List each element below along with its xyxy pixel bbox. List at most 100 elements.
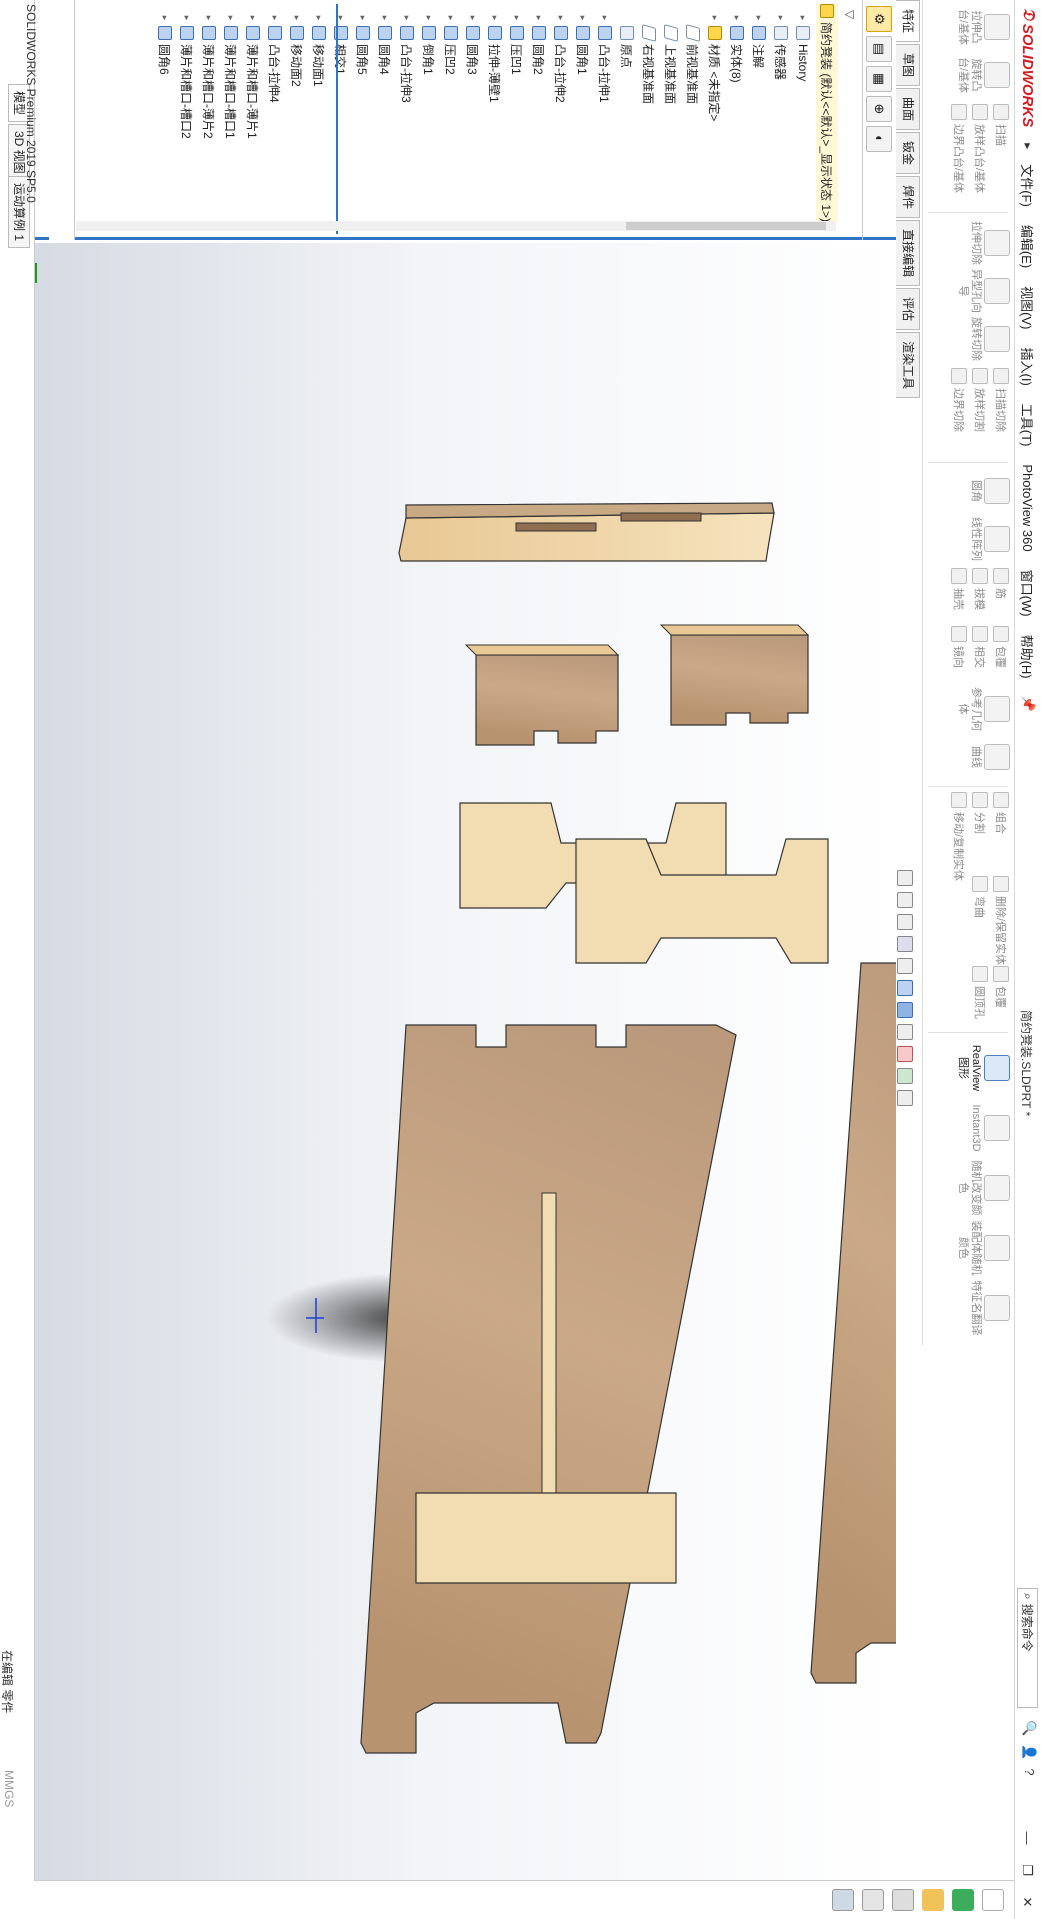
search-commands-input[interactable]: ⌕ 搜索命令 <box>1017 1588 1038 1708</box>
tree-node[interactable]: ▸ 实体(8) <box>728 14 746 83</box>
tree-node[interactable]: ▸ 压凹1 <box>508 14 526 75</box>
assembly-random-color-button[interactable]: 装配体随机颜色 <box>956 1220 1010 1276</box>
help-icon[interactable]: ? <box>1021 1768 1037 1775</box>
display-style-icon[interactable] <box>897 1002 913 1018</box>
revolve-cut-button[interactable]: 旋转切除 <box>969 316 1010 362</box>
expand-arrow-icon[interactable]: ▸ <box>402 14 413 22</box>
tree-node[interactable]: ▸ 薄片和槽口-槽口2 <box>178 14 196 139</box>
expand-arrow-icon[interactable]: ▸ <box>556 14 567 22</box>
rollback-bar[interactable] <box>336 4 338 234</box>
sweep-cut-button[interactable]: 扫描切除 <box>992 368 1010 432</box>
tab-features[interactable]: 特征 <box>896 0 920 43</box>
tree-node[interactable]: ▸ 圆角4 <box>376 14 394 75</box>
reference-geometry-button[interactable]: 参考几何体 <box>956 686 1010 732</box>
edit-appearance-icon[interactable] <box>897 1046 913 1062</box>
mirror-button[interactable]: 镜向 <box>950 626 968 668</box>
sweep-button[interactable]: 扫描 <box>992 104 1010 193</box>
expand-arrow-icon[interactable]: ▸ <box>182 14 193 22</box>
expand-arrow-icon[interactable]: ▸ <box>270 14 281 22</box>
expand-arrow-icon[interactable]: ▸ <box>292 14 303 22</box>
units-status[interactable]: MMGS <box>2 1770 16 1807</box>
graphics-area[interactable] <box>35 243 896 1880</box>
dimxpert-tab-icon[interactable]: ⊕ <box>866 96 893 122</box>
menu-photoview[interactable]: PhotoView 360 <box>1021 455 1036 560</box>
dynamic-annotation-icon[interactable] <box>897 958 913 974</box>
tree-node[interactable]: ▸ 圆角2 <box>530 14 548 75</box>
solidworks-resources-icon[interactable] <box>982 1889 1004 1911</box>
rib-button[interactable]: 筋 <box>992 568 1010 610</box>
upper-rail-left[interactable] <box>464 644 620 746</box>
expand-arrow-icon[interactable]: ▸ <box>226 14 237 22</box>
draft-button[interactable]: 拔模 <box>971 568 989 610</box>
revolve-boss-button[interactable]: 旋转凸台/基体 <box>956 52 1010 98</box>
fillet-button[interactable]: 圆角 <box>969 468 1010 514</box>
boundary-cut-button[interactable]: 边界切除 <box>950 368 968 432</box>
tree-node[interactable]: ▸ 倒角1 <box>420 14 438 75</box>
extrude-boss-button[interactable]: 拉伸凸台/基体 <box>956 4 1010 50</box>
scrollbar-thumb[interactable] <box>626 222 826 230</box>
expand-arrow-icon[interactable]: ▸ <box>512 14 523 22</box>
boundary-boss-button[interactable]: 边界凸台/基体 <box>950 104 968 193</box>
linear-pattern-button[interactable]: 线性阵列 <box>969 516 1010 562</box>
expand-arrow-icon[interactable]: ▸ <box>424 14 435 22</box>
curves-button[interactable]: 曲线 <box>969 734 1010 780</box>
tree-node[interactable]: ▸ 凸台-拉伸1 <box>596 14 614 103</box>
combine-button[interactable]: 组合 <box>992 792 1010 881</box>
tab-evaluate[interactable]: 评估 <box>896 288 920 331</box>
side-panel-left[interactable] <box>360 1024 737 1754</box>
expand-arrow-icon[interactable]: ▸ <box>798 14 809 22</box>
split-button[interactable]: 分割 <box>971 792 989 881</box>
panel-resize-handle[interactable] <box>49 0 75 240</box>
apply-scene-icon[interactable] <box>897 1068 913 1084</box>
menu-view[interactable]: 视图(V) <box>1019 277 1038 338</box>
custom-properties-icon[interactable] <box>832 1889 854 1911</box>
property-manager-tab-icon[interactable]: ▤ <box>866 36 893 62</box>
display-manager-tab-icon[interactable]: ◐ <box>866 126 893 152</box>
menu-edit[interactable]: 编辑(E) <box>1019 216 1038 277</box>
user-icon[interactable]: 👤 <box>1021 1744 1037 1760</box>
design-library-icon[interactable] <box>952 1889 974 1911</box>
side-panel-right[interactable] <box>810 962 896 1684</box>
tree-node[interactable]: ▸ 移动面1 <box>310 14 328 87</box>
tab-weldments[interactable]: 焊件 <box>896 176 920 219</box>
zoom-area-icon[interactable] <box>897 892 913 908</box>
view-orientation-icon[interactable] <box>897 980 913 996</box>
intersect-button[interactable]: 相交 <box>971 626 989 668</box>
delete-keep-body-button[interactable]: 删除/保留实体 <box>992 876 1010 965</box>
menu-help[interactable]: 帮助(H) <box>1019 626 1038 688</box>
expand-arrow-icon[interactable]: ▸ <box>732 14 743 22</box>
wrap-button[interactable]: 包覆 <box>992 626 1010 668</box>
tree-node[interactable]: ▸ 凸台-拉伸2 <box>552 14 570 103</box>
restore-icon[interactable]: ❐ <box>1020 1855 1036 1885</box>
loft-button[interactable]: 放样凸台/基体 <box>971 104 989 193</box>
expand-arrow-icon[interactable]: ▸ <box>160 14 171 22</box>
instant3d-button[interactable]: Instant3D <box>969 1100 1010 1156</box>
menu-insert[interactable]: 插入(I) <box>1019 339 1038 395</box>
move-copy-body-button[interactable]: 移动/复制实体 <box>950 792 968 881</box>
tree-node[interactable]: ▸ 圆角5 <box>354 14 372 75</box>
tree-node[interactable]: ▸ 传感器 <box>772 14 790 80</box>
upper-rail-right[interactable] <box>659 624 810 726</box>
expand-arrow-icon[interactable]: ▸ <box>754 14 765 22</box>
expand-arrow-icon[interactable]: ▸ <box>248 14 259 22</box>
tree-node[interactable]: ▸ 圆角1 <box>574 14 592 75</box>
tree-node[interactable]: 原点 <box>618 14 636 68</box>
realview-button[interactable]: RealView 图形 <box>956 1040 1010 1096</box>
flex-button[interactable]: 弯曲 <box>971 876 989 965</box>
tree-node[interactable]: ▸ 材质 <未指定> <box>706 14 724 121</box>
expand-arrow-icon[interactable]: ▸ <box>446 14 457 22</box>
tree-node[interactable]: ▸ 相交1 <box>332 14 350 75</box>
feature-manager-tab-icon[interactable]: ⚙ <box>866 6 893 32</box>
hole-wizard-button[interactable]: 异型孔向导 <box>956 268 1010 314</box>
bottom-rail[interactable] <box>415 1492 677 1584</box>
tree-node[interactable]: ▸ 薄片和槽口-薄片1 <box>244 14 262 139</box>
feature-translate-button[interactable]: 特征名翻译 <box>969 1280 1010 1336</box>
seat-top[interactable] <box>398 502 775 562</box>
view-palette-icon[interactable] <box>892 1889 914 1911</box>
expand-arrow-icon[interactable]: ▸ <box>534 14 545 22</box>
tree-node[interactable]: ▸ 薄片和槽口-薄片2 <box>200 14 218 139</box>
tree-node[interactable]: 前视基准面 <box>684 14 702 104</box>
random-color-button[interactable]: 随机改变颜色 <box>956 1160 1010 1216</box>
expand-arrow-icon[interactable]: ▸ <box>710 14 721 22</box>
tree-node[interactable]: ▸ 压凹2 <box>442 14 460 75</box>
